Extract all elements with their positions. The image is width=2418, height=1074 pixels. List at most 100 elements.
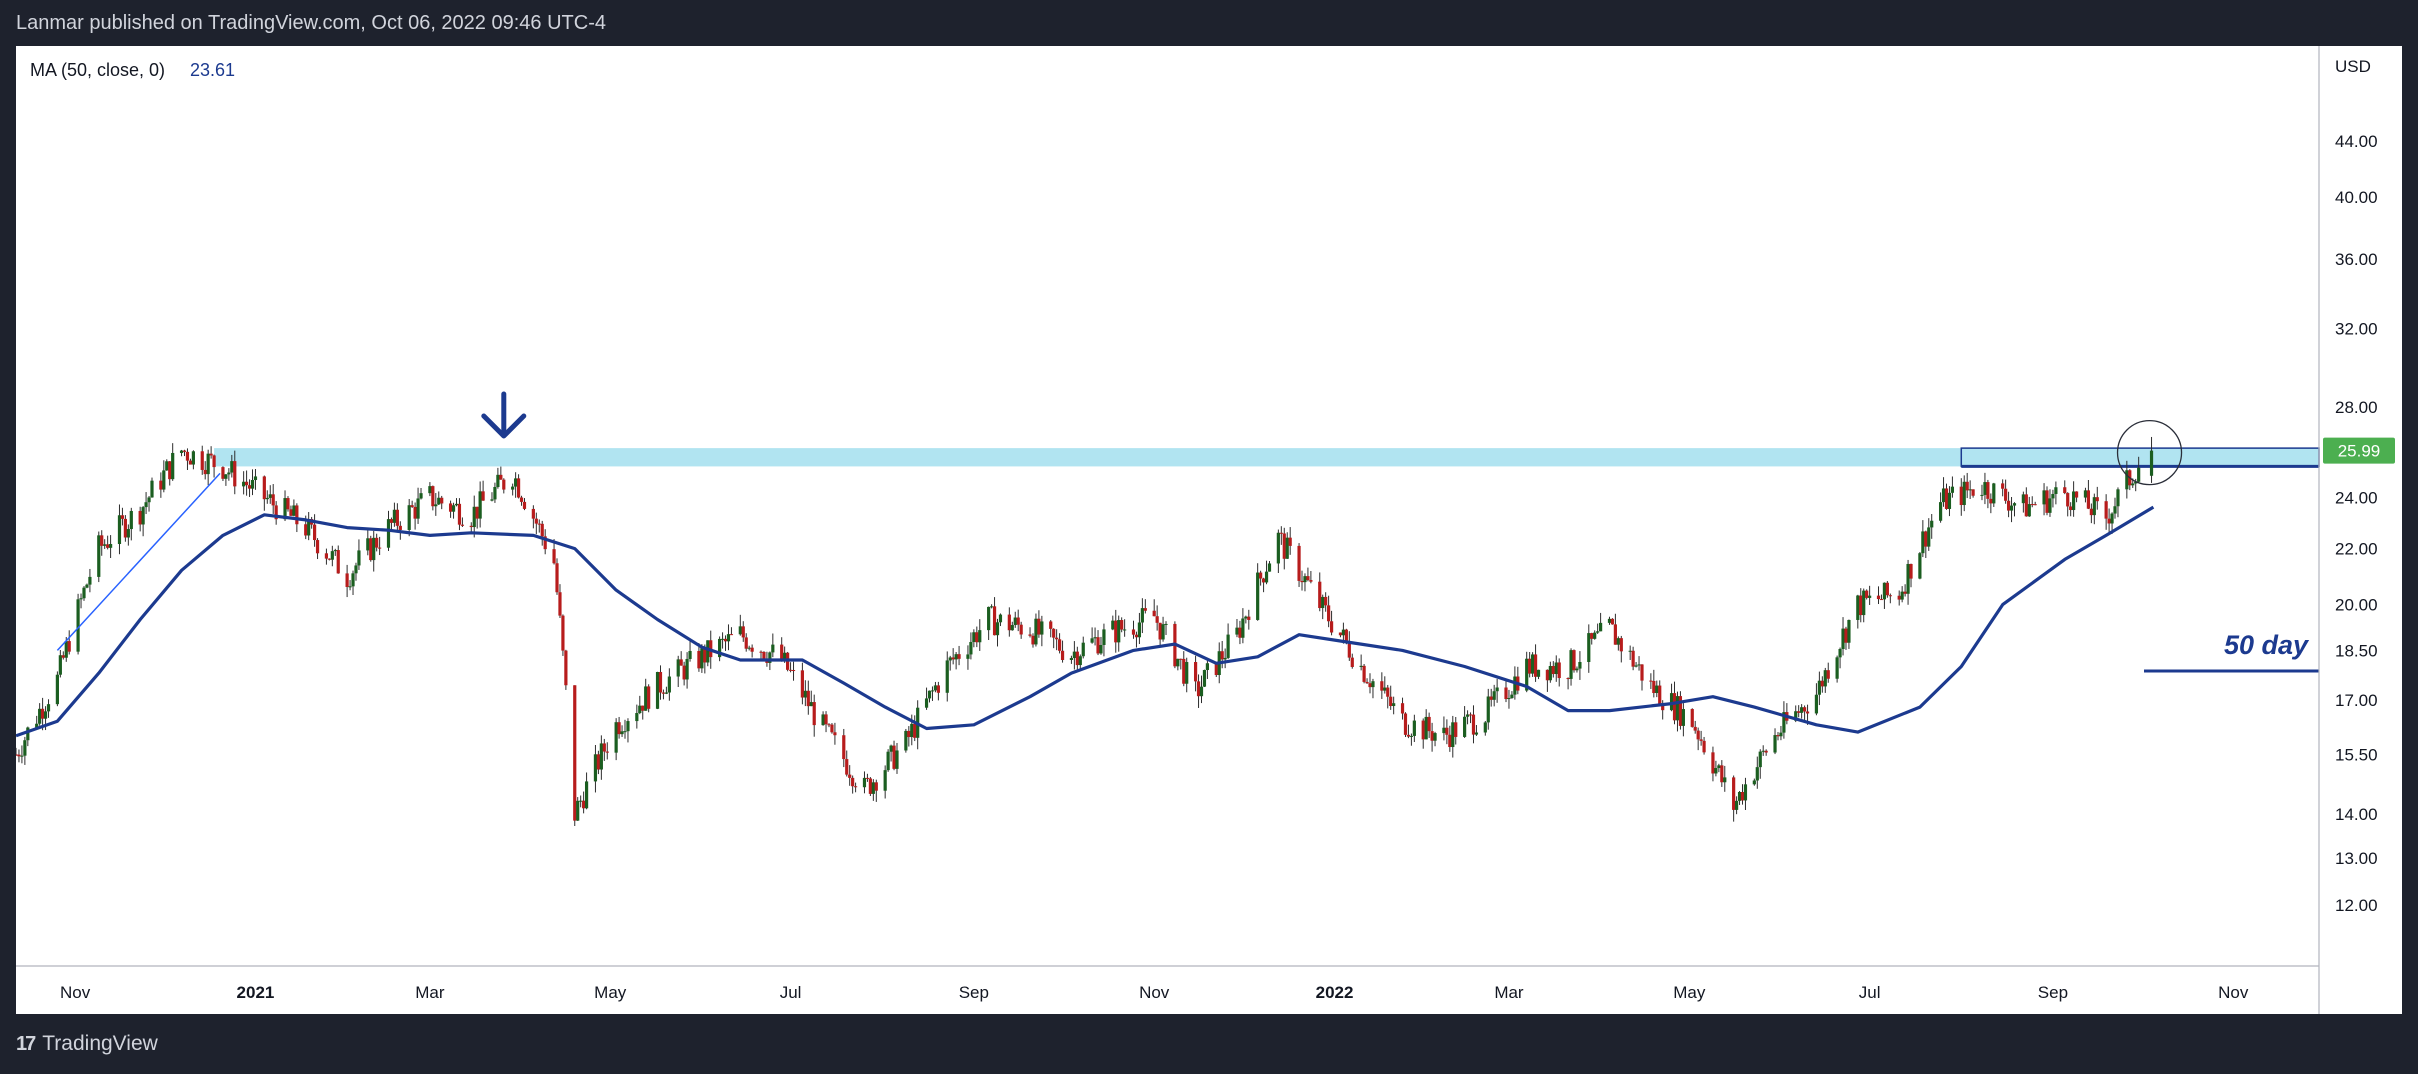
candle-body bbox=[1758, 751, 1762, 768]
candle-body bbox=[1448, 734, 1452, 748]
candle-body bbox=[1465, 714, 1470, 717]
candle-body bbox=[2107, 518, 2111, 524]
candle-body bbox=[351, 573, 355, 587]
candle-body bbox=[1737, 791, 1742, 801]
candle-body bbox=[1102, 629, 1106, 645]
candle-body bbox=[1906, 563, 1910, 594]
candle-body bbox=[1403, 713, 1408, 735]
tradingview-logo[interactable]: 17 TradingView bbox=[16, 1032, 158, 1056]
candle-body bbox=[1965, 481, 1969, 491]
candle-body bbox=[324, 553, 329, 559]
candle-body bbox=[2089, 508, 2093, 516]
candle-body bbox=[129, 510, 133, 530]
candle-body bbox=[2069, 506, 2073, 511]
candle-body bbox=[212, 455, 216, 468]
candle-body bbox=[1486, 696, 1490, 723]
candle-body bbox=[1888, 595, 1892, 597]
candle-body bbox=[434, 504, 438, 507]
candle-body bbox=[655, 671, 660, 709]
y-tick-label: 22.00 bbox=[2335, 540, 2378, 559]
candle-body bbox=[1247, 616, 1251, 620]
candle-body bbox=[1386, 687, 1390, 697]
candle-body bbox=[1350, 657, 1354, 667]
candle-body bbox=[295, 505, 299, 525]
candle-body bbox=[1669, 693, 1674, 711]
candle-body bbox=[1590, 633, 1594, 639]
candle-body bbox=[1075, 651, 1079, 666]
candle-body bbox=[762, 651, 766, 659]
candle-body bbox=[948, 657, 952, 661]
candle-body bbox=[868, 778, 872, 794]
candle-body bbox=[2072, 491, 2076, 511]
candle-body bbox=[833, 732, 837, 736]
candle-body bbox=[1392, 703, 1396, 707]
candle-body bbox=[1285, 537, 1289, 559]
candle-body bbox=[1182, 658, 1186, 684]
indicator-value: 23.61 bbox=[190, 60, 235, 80]
candle-body bbox=[1276, 532, 1280, 564]
candle-body bbox=[1699, 739, 1703, 741]
candle-body bbox=[20, 755, 24, 757]
candle-body bbox=[1380, 681, 1384, 691]
candle-body bbox=[292, 505, 296, 516]
candle-body bbox=[1868, 595, 1872, 598]
candle-body bbox=[729, 634, 734, 636]
chart-area[interactable]: 50 day MA (50, close, 0) 23.61 USD 44.00 40.… bbox=[16, 46, 2402, 1014]
candle-body bbox=[478, 491, 482, 519]
candle-body bbox=[697, 650, 701, 669]
candle-body bbox=[930, 690, 935, 692]
candle-body bbox=[679, 659, 683, 666]
candle-body bbox=[2113, 506, 2117, 514]
candle-body bbox=[1309, 580, 1313, 582]
candle-body bbox=[416, 498, 420, 519]
candle-body bbox=[2137, 467, 2141, 482]
candle-body bbox=[2066, 493, 2070, 507]
candle-body bbox=[1445, 727, 1449, 735]
candle-body bbox=[428, 486, 432, 494]
candle-body bbox=[419, 493, 423, 499]
candle-body bbox=[1566, 678, 1570, 680]
candle-body bbox=[658, 671, 663, 693]
candle-body bbox=[171, 452, 175, 480]
candle-body bbox=[389, 519, 394, 523]
x-tick-label: Jul bbox=[1859, 983, 1881, 1002]
candle-body bbox=[1244, 616, 1248, 619]
candle-body bbox=[1214, 663, 1218, 676]
candle-body bbox=[2012, 503, 2017, 506]
candle-body bbox=[1773, 735, 1777, 753]
candle-body bbox=[126, 529, 130, 538]
candle-body bbox=[2083, 490, 2088, 498]
candle-body bbox=[233, 461, 237, 487]
candle-body bbox=[1610, 618, 1615, 625]
candle-body bbox=[1755, 767, 1759, 781]
candle-body bbox=[573, 685, 577, 821]
candle-body bbox=[141, 507, 145, 525]
candle-body bbox=[1120, 620, 1124, 630]
candle-body bbox=[1637, 664, 1641, 666]
candle-body bbox=[1341, 629, 1346, 636]
candle-body bbox=[1412, 720, 1416, 736]
candle-body bbox=[599, 743, 603, 770]
candle-body bbox=[1634, 665, 1638, 667]
candle-body bbox=[1800, 707, 1804, 713]
candle-body bbox=[451, 505, 456, 512]
candle-body bbox=[1607, 618, 1612, 623]
candle-body bbox=[800, 670, 804, 698]
candle-body bbox=[120, 515, 125, 519]
candle-body bbox=[593, 754, 598, 782]
price-chart[interactable]: 50 day MA (50, close, 0) 23.61 USD 44.00 40.… bbox=[16, 46, 2402, 1014]
candle-body bbox=[1545, 669, 1549, 681]
candle-body bbox=[1282, 533, 1286, 559]
candle-body bbox=[1007, 614, 1011, 631]
x-tick-label: May bbox=[594, 983, 627, 1002]
x-tick-label: 2022 bbox=[1316, 983, 1354, 1002]
candle-body bbox=[410, 505, 414, 507]
candle-body bbox=[1185, 662, 1189, 684]
candle-body bbox=[1406, 734, 1411, 737]
candle-body bbox=[676, 659, 680, 677]
candle-body bbox=[1468, 714, 1473, 716]
candle-body bbox=[522, 501, 527, 509]
candle-body bbox=[2045, 490, 2049, 513]
candle-body bbox=[1817, 680, 1821, 695]
candle-body bbox=[617, 722, 621, 735]
